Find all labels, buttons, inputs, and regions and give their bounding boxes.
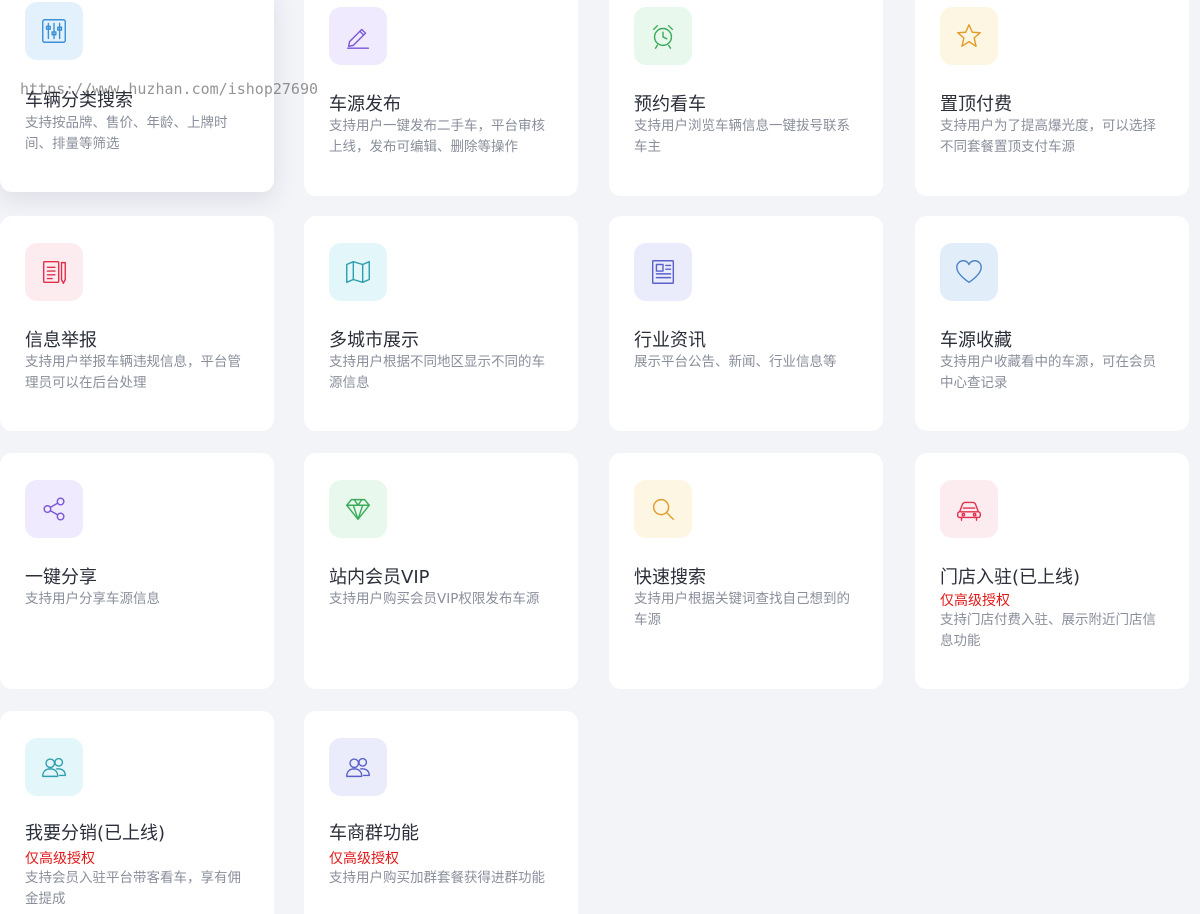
search-icon [634,480,692,538]
card-title: 多城市展示 [329,330,419,351]
users-icon [25,738,83,796]
feature-card-multi-city[interactable]: 多城市展示 支持用户根据不同地区显示不同的车源信息 [304,216,578,431]
license-badge: 仅高级授权 [329,851,399,867]
card-title: 门店入驻(已上线) [940,567,1081,588]
card-description: 支持用户购买会员VIP权限发布车源 [329,591,540,607]
heart-icon [940,243,998,301]
card-title: 站内会员VIP [329,567,430,588]
card-title: 车源发布 [329,94,401,115]
feature-card-car-publish[interactable]: 车源发布 支持用户一键发布二手车，平台审核上线，发布可编辑、删除等操作 [304,0,578,196]
card-description: 支持用户根据不同地区显示不同的车源信息 [329,354,545,391]
diamond-icon [329,480,387,538]
card-description: 支持门店付费入驻、展示附近门店信息功能 [940,612,1156,649]
card-title: 行业资讯 [634,330,706,351]
card-description: 支持用户浏览车辆信息一键拔号联系车主 [634,118,850,155]
card-description: 支持用户购买加群套餐获得进群功能 [329,870,545,886]
card-description: 支持用户根据关键词查找自己想到的车源 [634,591,850,628]
license-badge: 仅高级授权 [25,851,95,867]
card-description: 支持会员入驻平台带客看车，享有佣金提成 [25,870,241,907]
card-title: 预约看车 [634,94,706,115]
sliders-icon [25,2,83,60]
card-description: 支持用户分享车源信息 [25,591,160,607]
star-icon [940,7,998,65]
card-title: 车辆分类搜索 [25,90,133,111]
card-title: 我要分销(已上线) [25,823,166,844]
card-title: 快速搜索 [634,567,706,588]
card-title: 车源收藏 [940,330,1012,351]
users-icon [329,738,387,796]
card-description: 支持用户举报车辆违规信息，平台管理员可以在后台处理 [25,354,241,391]
pencil-icon [329,7,387,65]
feature-card-appointment-viewing[interactable]: 预约看车 支持用户浏览车辆信息一键拔号联系车主 [609,0,883,196]
card-description: 支持用户收藏看中的车源，可在会员中心查记录 [940,354,1156,391]
feature-card-distribution[interactable]: 我要分销(已上线) 仅高级授权 支持会员入驻平台带客看车，享有佣金提成 [0,711,274,914]
card-description: 展示平台公告、新闻、行业信息等 [634,354,837,370]
feature-card-quick-search[interactable]: 快速搜索 支持用户根据关键词查找自己想到的车源 [609,453,883,689]
map-icon [329,243,387,301]
card-description: 支持用户为了提高爆光度，可以选择不同套餐置顶支付车源 [940,118,1156,155]
feature-card-pinned-paid[interactable]: 置顶付费 支持用户为了提高爆光度，可以选择不同套餐置顶支付车源 [915,0,1189,196]
card-description: 支持按品牌、售价、年龄、上牌时间、排量等筛选 [25,115,228,152]
license-badge: 仅高级授权 [940,593,1010,609]
feature-card-vehicle-category-search[interactable]: 车辆分类搜索 支持按品牌、售价、年龄、上牌时间、排量等筛选 [0,0,274,192]
card-title: 置顶付费 [940,94,1012,115]
feature-card-vip-membership[interactable]: 站内会员VIP 支持用户购买会员VIP权限发布车源 [304,453,578,689]
feature-card-industry-news[interactable]: 行业资讯 展示平台公告、新闻、行业信息等 [609,216,883,431]
card-title: 一键分享 [25,567,97,588]
card-title: 车商群功能 [329,823,419,844]
alarm-clock-icon [634,7,692,65]
share-icon [25,480,83,538]
feature-card-info-report[interactable]: 信息举报 支持用户举报车辆违规信息，平台管理员可以在后台处理 [0,216,274,431]
feature-card-one-click-share[interactable]: 一键分享 支持用户分享车源信息 [0,453,274,689]
feature-card-favorites[interactable]: 车源收藏 支持用户收藏看中的车源，可在会员中心查记录 [915,216,1189,431]
card-title: 信息举报 [25,330,97,351]
car-icon [940,480,998,538]
card-description: 支持用户一键发布二手车，平台审核上线，发布可编辑、删除等操作 [329,118,545,155]
newspaper-icon [634,243,692,301]
feature-card-store-settle[interactable]: 门店入驻(已上线) 仅高级授权 支持门店付费入驻、展示附近门店信息功能 [915,453,1189,689]
feature-card-dealer-group[interactable]: 车商群功能 仅高级授权 支持用户购买加群套餐获得进群功能 [304,711,578,914]
report-icon [25,243,83,301]
